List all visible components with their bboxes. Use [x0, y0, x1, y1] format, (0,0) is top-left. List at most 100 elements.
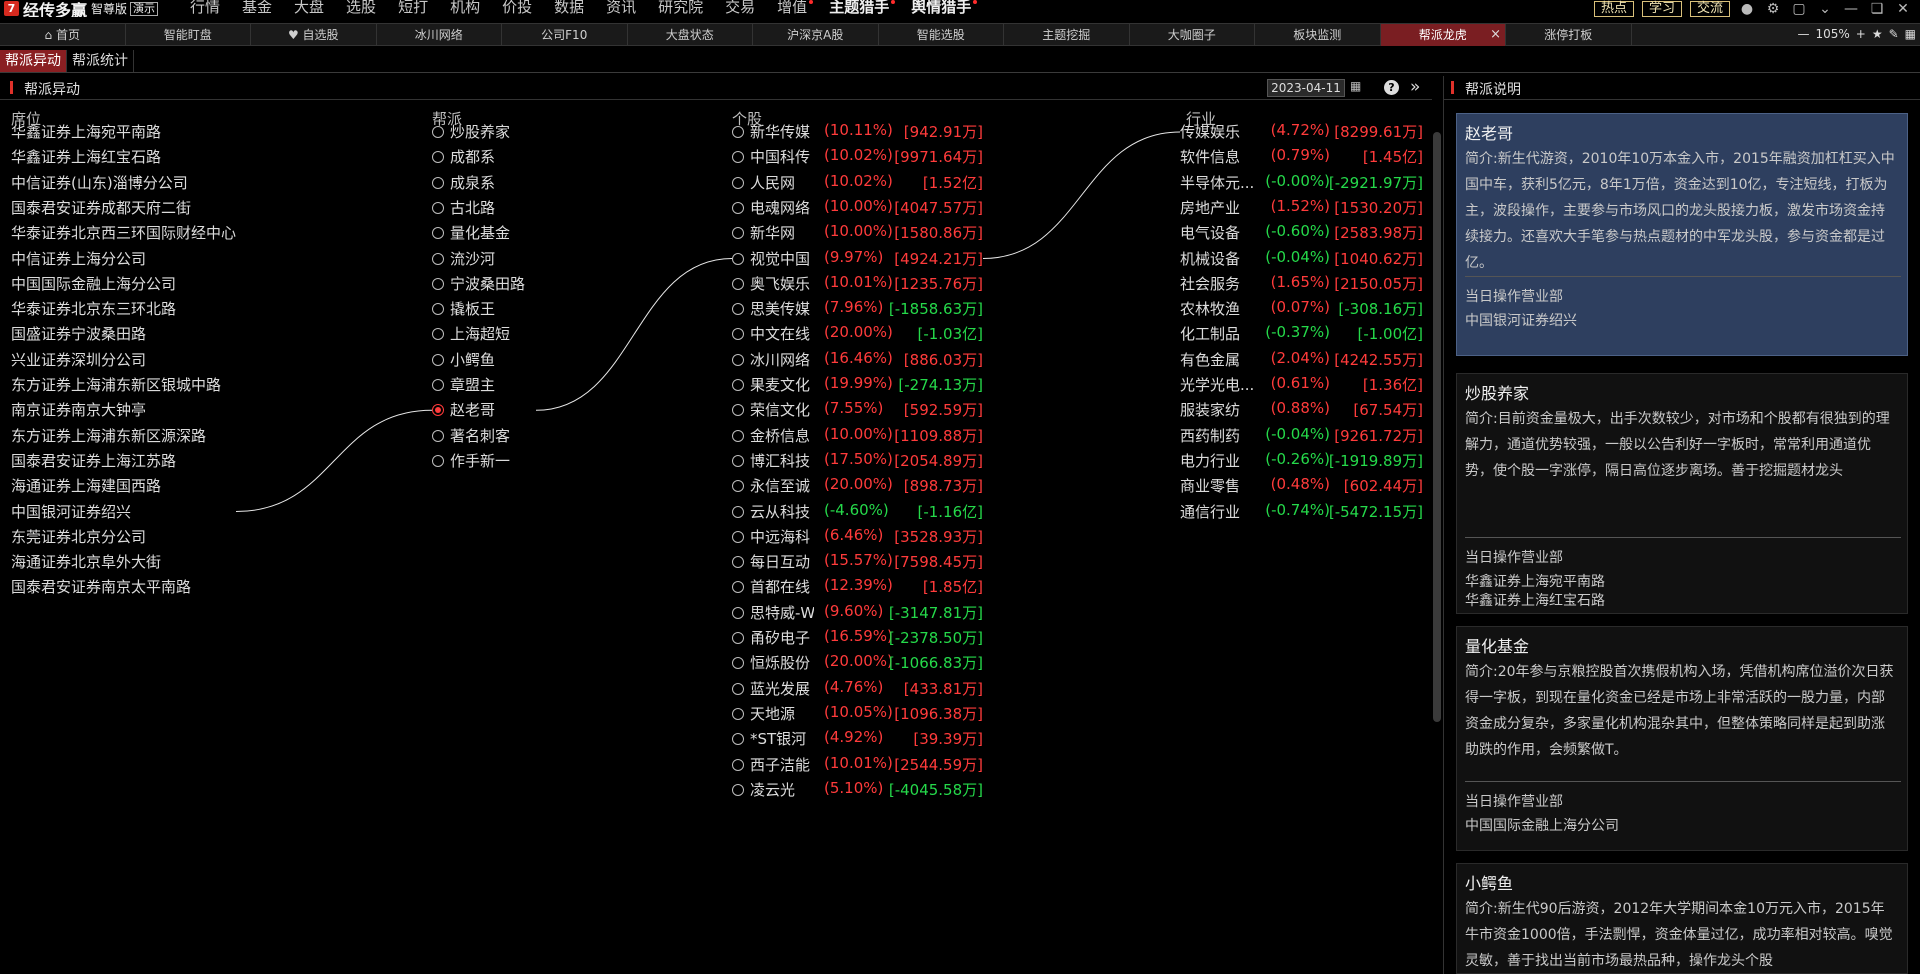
radio-button[interactable]	[432, 454, 444, 467]
radio-button[interactable]	[732, 733, 744, 746]
stock-item[interactable]: 思特威-W	[732, 602, 814, 624]
seat-item[interactable]: 华鑫证券上海红宝石路	[11, 146, 161, 168]
seat-item[interactable]: 国泰君安证券成都天府二街	[11, 197, 191, 219]
stock-item[interactable]: 果麦文化	[732, 374, 814, 396]
industry-item[interactable]: 服装家纺	[1180, 399, 1240, 421]
subtab-gang-stats[interactable]: 帮派统计	[67, 50, 134, 72]
hot-button[interactable]: 热点	[1593, 0, 1634, 17]
stock-item[interactable]: 云从科技	[732, 501, 814, 523]
industry-item[interactable]: 电气设备	[1180, 222, 1240, 244]
stock-item[interactable]: 金桥信息	[732, 425, 814, 447]
stock-item[interactable]: 奥飞娱乐	[732, 273, 814, 295]
tab-4[interactable]: 公司F10	[502, 24, 628, 46]
seat-item[interactable]: 东方证券上海浦东新区银城中路	[11, 374, 221, 396]
stock-item[interactable]: 人民网	[732, 172, 814, 194]
gang-item[interactable]: 流沙河	[432, 248, 495, 270]
gang-card[interactable]: 量化基金 简介:20年参与京粮控股首次携假机构入场，凭借机构席位溢价次日获得一字板…	[1456, 626, 1908, 851]
tab-11[interactable]: 帮派龙虎 ×	[1380, 24, 1506, 46]
radio-button[interactable]	[732, 657, 744, 670]
tab-7[interactable]: 智能选股	[879, 24, 1004, 46]
gear-icon[interactable]: ⚙	[1764, 1, 1782, 17]
industry-item[interactable]: 半导体元...	[1180, 172, 1254, 194]
radio-button[interactable]	[732, 632, 744, 644]
menu-item[interactable]: 资讯	[606, 0, 636, 17]
radio-button[interactable]	[732, 606, 744, 619]
tab-3[interactable]: 冰川网络	[377, 24, 502, 46]
stock-item[interactable]: 甬矽电子	[732, 627, 814, 649]
seat-item[interactable]: 中信证券上海分公司	[11, 248, 146, 270]
gang-item[interactable]: 小鳄鱼	[432, 349, 495, 371]
radio-button[interactable]	[432, 176, 444, 189]
zoom-out-icon[interactable]: —	[1797, 27, 1809, 41]
tab-5[interactable]: 大盘状态	[628, 24, 753, 46]
stock-item[interactable]: 首都在线	[732, 576, 814, 598]
seat-item[interactable]: 南京证券南京大钟亭	[11, 399, 146, 421]
menu-item[interactable]: 短打	[398, 0, 428, 17]
menu-item[interactable]: 行情	[190, 0, 220, 17]
seat-item[interactable]: 华泰证券北京东三环北路	[11, 298, 176, 320]
seat-item[interactable]: 华泰证券北京西三环国际财经中心	[11, 222, 236, 244]
radio-button[interactable]	[732, 429, 744, 442]
menu-item[interactable]: 基金	[242, 0, 272, 17]
industry-item[interactable]: 商业零售	[1180, 475, 1240, 497]
scrollbar-thumb[interactable]	[1433, 132, 1441, 722]
seat-item[interactable]: 中信证券(山东)淄博分公司	[11, 172, 188, 194]
expand-icon[interactable]: »	[1410, 77, 1420, 97]
seat-item[interactable]: 中国国际金融上海分公司	[11, 273, 176, 295]
radio-button[interactable]	[432, 201, 444, 214]
gang-item[interactable]: 炒股养家	[432, 121, 510, 143]
radio-button[interactable]	[432, 404, 444, 417]
stock-item[interactable]: 凌云光	[732, 779, 814, 801]
ops-branch[interactable]: 中国国际金融上海分公司	[1465, 817, 1619, 836]
restore-icon[interactable]: ❏	[1868, 1, 1886, 17]
stock-item[interactable]: 新华传媒	[732, 121, 814, 143]
menu-item[interactable]: 交易	[725, 0, 755, 17]
radio-button[interactable]	[732, 454, 744, 467]
gang-item[interactable]: 上海超短	[432, 323, 510, 345]
gang-item[interactable]: 作手新一	[432, 450, 510, 472]
gang-item[interactable]: 成泉系	[432, 172, 495, 194]
help-icon[interactable]: ?	[1384, 80, 1399, 95]
menu-item[interactable]: 研究院	[658, 0, 703, 17]
radio-button[interactable]	[732, 707, 744, 720]
seat-item[interactable]: 海通证券上海建国西路	[11, 475, 161, 497]
gang-item[interactable]: 赵老哥	[432, 399, 495, 421]
menu-item[interactable]: 大盘	[294, 0, 324, 17]
radio-button[interactable]	[732, 530, 744, 543]
menu-item[interactable]: 主题猎手	[829, 0, 896, 17]
radio-button[interactable]	[732, 227, 744, 240]
menu-item[interactable]: 舆情猎手	[911, 0, 978, 17]
tab-1[interactable]: 智能盯盘	[126, 24, 251, 46]
menu-item[interactable]: 数据	[554, 0, 584, 17]
radio-button[interactable]	[432, 353, 444, 366]
gang-item[interactable]: 古北路	[432, 197, 495, 219]
radio-button[interactable]	[732, 758, 744, 771]
stock-item[interactable]: 中远海科	[732, 526, 814, 548]
ops-branch[interactable]: 华鑫证券上海红宝石路	[1465, 592, 1605, 611]
gang-card[interactable]: 炒股养家 简介:目前资金量极大，出手次数较少，对市场和个股都有很独到的理解力，通道…	[1456, 373, 1908, 614]
radio-button[interactable]	[732, 277, 744, 290]
seat-item[interactable]: 中国银河证券绍兴	[11, 501, 131, 523]
radio-button[interactable]	[732, 303, 744, 316]
stock-item[interactable]: 天地源	[732, 703, 814, 725]
stock-item[interactable]: 视觉中国	[732, 248, 814, 270]
radio-button[interactable]	[732, 404, 744, 417]
radio-button[interactable]	[732, 328, 744, 341]
window-icon[interactable]: ▢	[1790, 1, 1808, 17]
calendar-icon[interactable]: ▦	[1350, 79, 1366, 95]
tab-0[interactable]: ⌂ 首页	[0, 24, 126, 46]
grid-icon[interactable]: ▦	[1905, 27, 1916, 41]
gang-item[interactable]: 成都系	[432, 146, 495, 168]
seat-item[interactable]: 国盛证券宁波桑田路	[11, 323, 146, 345]
date-picker[interactable]: 2023-04-11	[1267, 79, 1345, 97]
industry-item[interactable]: 传媒娱乐	[1180, 121, 1240, 143]
tab-2[interactable]: ♥ 自选股	[251, 24, 377, 46]
stock-item[interactable]: 蓝光发展	[732, 678, 814, 700]
stock-item[interactable]: 恒烁股份	[732, 652, 814, 674]
gang-item[interactable]: 撬板王	[432, 298, 495, 320]
menu-item[interactable]: 价投	[502, 0, 532, 17]
minimize-icon[interactable]: —	[1842, 1, 1860, 17]
tab-9[interactable]: 大咖圈子	[1130, 24, 1255, 46]
ops-branch[interactable]: 中国银河证券绍兴	[1465, 312, 1577, 331]
industry-item[interactable]: 机械设备	[1180, 248, 1240, 270]
